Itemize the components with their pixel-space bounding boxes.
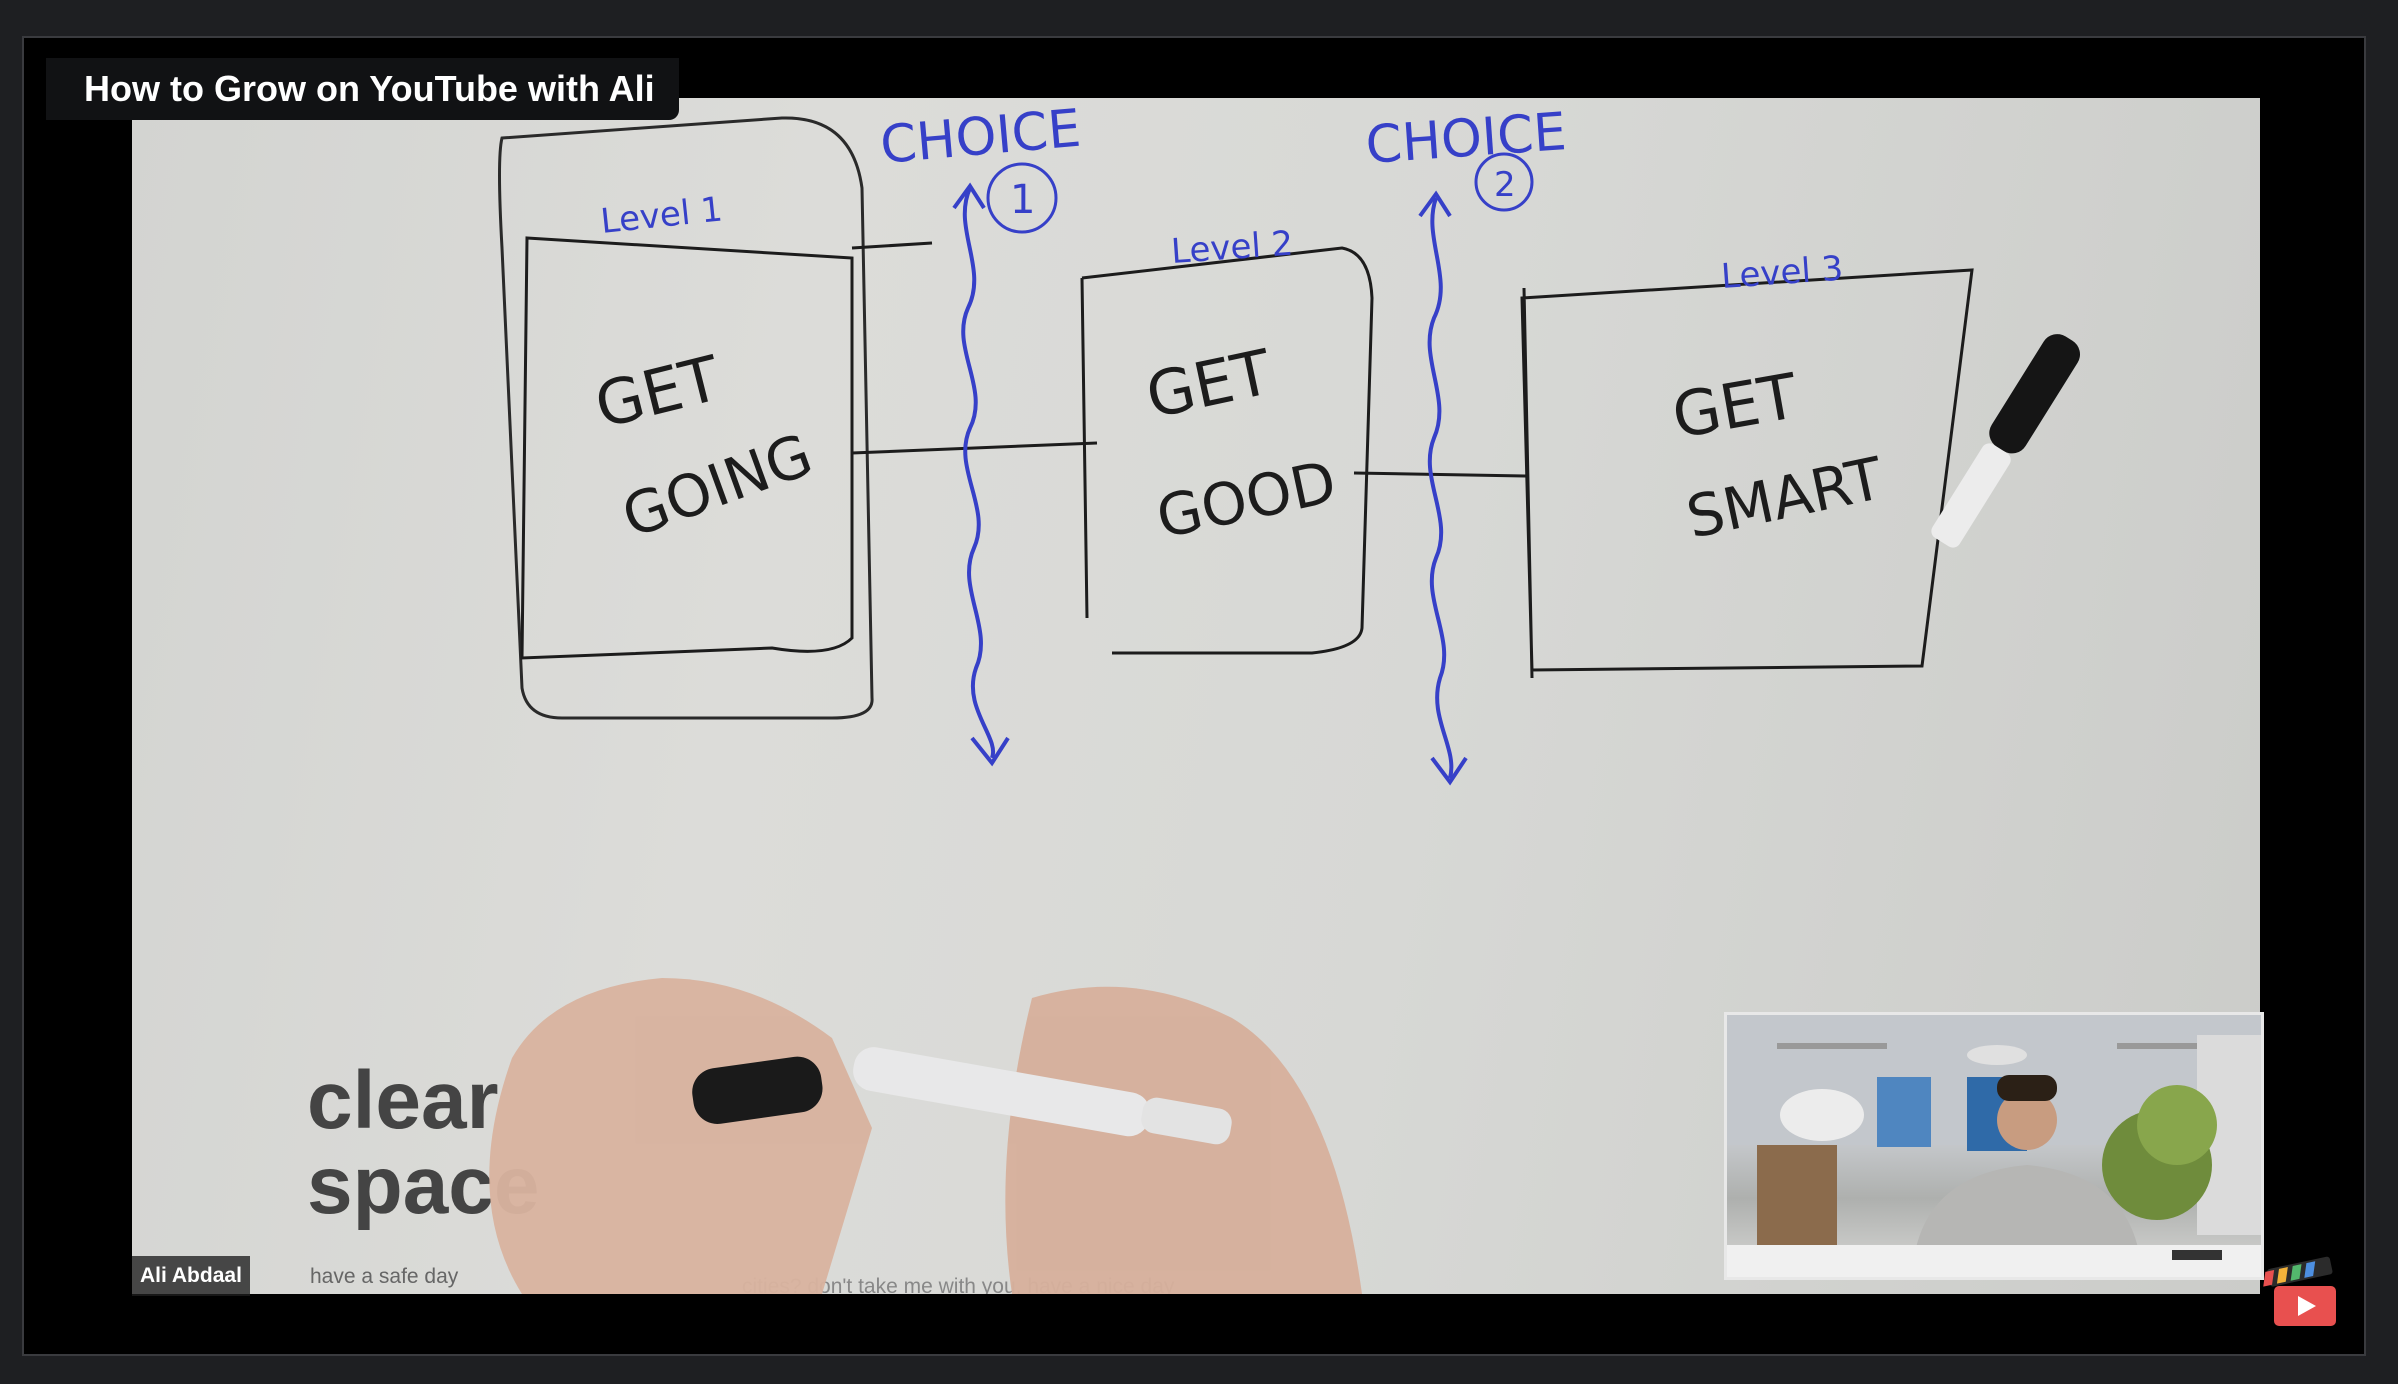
- participant-name-tag: Ali Abdaal: [132, 1256, 250, 1296]
- poster-small: have a safe day: [310, 1265, 459, 1288]
- webcam-pip[interactable]: [1724, 1012, 2264, 1280]
- choice1-squiggle: [961, 187, 996, 759]
- video-player[interactable]: Level 1 GET GOING CHOICE 1 Level 2 GET G…: [22, 36, 2366, 1356]
- choice2-number: 2: [1494, 165, 1516, 205]
- choice2-label: CHOICE: [1364, 102, 1569, 176]
- clapperboard-play-icon[interactable]: [2262, 1248, 2348, 1334]
- webcam-scene: [1727, 1015, 2261, 1277]
- level1-label: Level 1: [599, 189, 725, 242]
- box1-line2: GOING: [614, 420, 821, 551]
- level3-label: Level 3: [1720, 249, 1845, 297]
- window-title: How to Grow on YouTube with Ali: [46, 58, 679, 120]
- box1-line1: GET: [588, 341, 728, 442]
- level2-box: [1080, 246, 1374, 655]
- box2-line2: GOOD: [1151, 448, 1342, 552]
- box3-line1: GET: [1667, 359, 1804, 453]
- choice1-number: 1: [1010, 177, 1035, 223]
- poster-line1: clear: [307, 1055, 499, 1146]
- box2-line1: GET: [1140, 335, 1279, 433]
- choice2-squiggle: [1427, 197, 1454, 779]
- level2-label: Level 2: [1170, 224, 1295, 272]
- choice1-label: CHOICE: [878, 99, 1083, 176]
- box3-line2: SMART: [1681, 444, 1889, 552]
- hands: [489, 978, 1362, 1294]
